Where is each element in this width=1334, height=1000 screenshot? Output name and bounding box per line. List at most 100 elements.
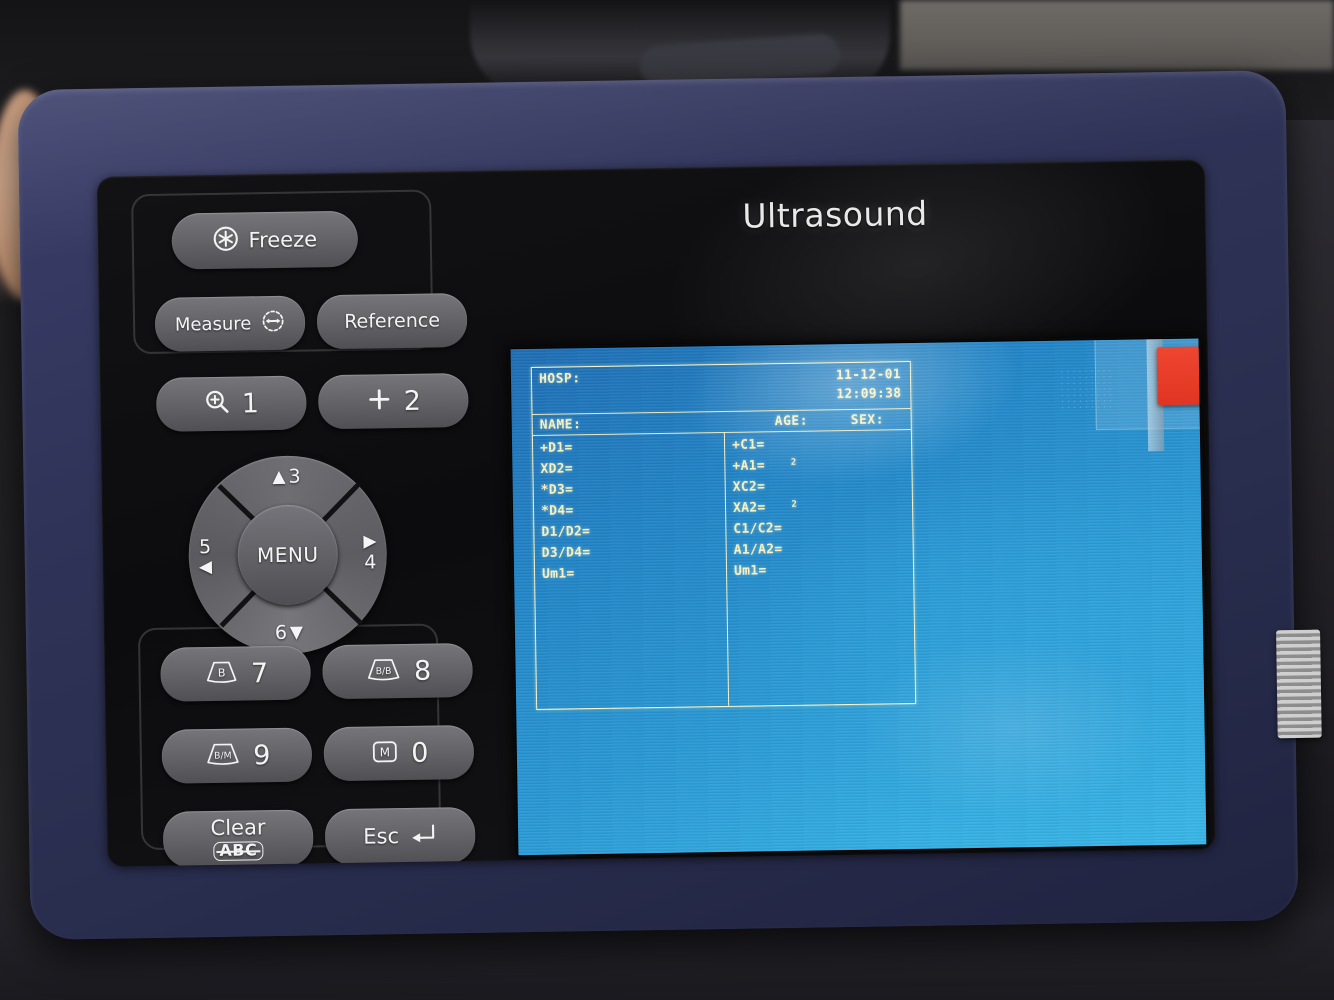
display-bezel: HOSP: 11-12-01 12:09:38 NAME: AGE: SEX: … <box>507 335 1210 859</box>
patient-name-label: NAME: <box>539 417 582 433</box>
time-value: 12:09:38 <box>836 386 902 403</box>
navigation-dpad[interactable]: ▲ 3 ▶ 4 5 ◀ 6 ▼ MENU <box>187 454 389 656</box>
measurement-row[interactable]: XD2= <box>540 460 724 484</box>
measurement-row[interactable]: Um1= <box>542 565 726 589</box>
brand-label: Ultrasound <box>742 193 928 236</box>
measurement-row[interactable]: +D1= <box>540 439 724 463</box>
dpad-down-button[interactable]: 6 ▼ <box>275 622 304 644</box>
m-mode-number: 0 <box>411 737 429 769</box>
measurement-label: D3/D4= <box>541 545 591 561</box>
measurement-label: XC2= <box>732 479 766 495</box>
hospital-label: HOSP: <box>538 371 581 387</box>
measurement-label: *D3= <box>540 482 574 498</box>
bb-mode-number: 8 <box>413 655 432 687</box>
clear-label: Clear <box>210 815 266 841</box>
arrow-left-icon: ◀ <box>198 557 213 578</box>
measurement-label: *D4= <box>540 503 574 519</box>
measurement-row[interactable]: +A1= 2 <box>732 457 911 481</box>
measurement-column-right: +C1= +A1= 2 XC2= XA2= 2 C1/C2= A1/A2= Um1= <box>725 430 915 706</box>
esc-button[interactable]: Esc <box>324 806 476 866</box>
measurement-table: +D1= XD2= *D3= *D4= D1/D2= D3/D4= Um1= +C1= +A1… <box>532 429 916 709</box>
measurement-label: Um1= <box>733 563 767 579</box>
arrow-down-icon: ▼ <box>289 622 304 643</box>
datetime-block: 11-12-01 12:09:38 <box>836 366 902 405</box>
report-frame: HOSP: 11-12-01 12:09:38 NAME: AGE: SEX: … <box>530 361 917 710</box>
clear-abc-label: ABC <box>213 840 264 861</box>
caliper-icon <box>261 308 285 337</box>
bm-mode-button[interactable]: B/M 9 <box>161 727 313 784</box>
measurement-label: +C1= <box>731 437 765 453</box>
zoom-button[interactable]: 1 <box>155 375 307 432</box>
device-faceplate: Ultrasound Freeze Measure Reference 1 2 … <box>96 159 1216 867</box>
measurement-row[interactable]: D1/D2= <box>541 523 725 547</box>
dpad-right-button[interactable]: ▶ 4 <box>363 531 377 574</box>
dpad-down-number: 6 <box>274 621 288 645</box>
measurement-label: XA2= <box>732 500 766 516</box>
svg-text:M: M <box>380 745 391 759</box>
caliper-add-number: 2 <box>403 385 422 417</box>
measurement-row[interactable]: A1/A2= <box>734 541 913 565</box>
measurement-label: C1/C2= <box>733 521 783 537</box>
measurement-label: Um1= <box>541 566 575 582</box>
arrow-up-icon: ▲ <box>272 466 286 487</box>
measurement-row[interactable]: C1/C2= <box>733 520 912 544</box>
b-mode-icon: B <box>203 658 241 690</box>
measurement-label: A1/A2= <box>733 542 783 558</box>
patient-age-label: AGE: <box>774 413 809 430</box>
dpad-up-button[interactable]: ▲ 3 <box>272 466 301 488</box>
freeze-button[interactable]: Freeze <box>171 210 359 270</box>
dpad-left-button[interactable]: 5 ◀ <box>198 536 213 578</box>
measurement-row[interactable]: D3/D4= <box>542 544 726 568</box>
ultrasound-display[interactable]: HOSP: 11-12-01 12:09:38 NAME: AGE: SEX: … <box>510 338 1207 856</box>
measurement-row[interactable]: XA2= 2 <box>733 499 912 523</box>
menu-label: MENU <box>256 542 319 568</box>
photo-scene: Ultrasound Freeze Measure Reference 1 2 … <box>0 0 1334 1000</box>
bb-mode-button[interactable]: B/B 8 <box>322 642 473 700</box>
svg-text:B/M: B/M <box>214 750 232 761</box>
bm-mode-icon: B/M <box>203 740 243 772</box>
measurement-row[interactable]: *D4= <box>541 502 725 526</box>
plus-icon <box>365 385 394 418</box>
zoom-button-number: 1 <box>241 387 260 420</box>
measurement-label: +D1= <box>539 440 573 456</box>
measurement-row[interactable]: +C1= <box>732 436 911 460</box>
bm-mode-number: 9 <box>253 739 271 771</box>
measurement-row[interactable]: XC2= <box>733 478 912 502</box>
dpad-up-number: 3 <box>288 465 301 488</box>
display-dust-speckle <box>1058 367 1116 411</box>
screen-protector-pull-tab[interactable] <box>1156 345 1207 406</box>
esc-label: Esc <box>363 824 400 849</box>
patient-sex-label: SEX: <box>850 412 885 428</box>
measurement-row[interactable]: Um1= <box>734 562 913 586</box>
measurement-row[interactable]: *D3= <box>541 481 725 505</box>
svg-text:B/B: B/B <box>376 665 392 676</box>
measurement-value: 2 <box>790 457 797 468</box>
return-arrow-icon <box>409 822 437 849</box>
measurement-label: D1/D2= <box>541 524 591 540</box>
measurement-label: XD2= <box>540 461 574 477</box>
freeze-label: Freeze <box>248 227 318 253</box>
bb-mode-icon: B/B <box>364 656 404 688</box>
measurement-report-overlay: HOSP: 11-12-01 12:09:38 NAME: AGE: SEX: … <box>530 361 917 710</box>
caliper-add-button[interactable]: 2 <box>317 372 469 430</box>
reference-button[interactable]: Reference <box>316 292 468 350</box>
dpad-left-number: 5 <box>198 536 212 559</box>
m-mode-button[interactable]: M 0 <box>323 724 475 782</box>
clear-button[interactable]: Clear ABC <box>162 809 314 867</box>
reference-label: Reference <box>344 309 441 333</box>
ultrasound-device: Ultrasound Freeze Measure Reference 1 2 … <box>17 70 1322 940</box>
dpad-right-number: 4 <box>364 551 377 574</box>
measure-button[interactable]: Measure <box>154 295 306 352</box>
snowflake-icon <box>212 225 238 256</box>
arrow-right-icon: ▶ <box>363 531 377 552</box>
b-mode-number: 7 <box>250 657 269 689</box>
b-mode-button[interactable]: B 7 <box>160 645 312 702</box>
probe-connector[interactable] <box>1276 629 1322 739</box>
measure-label: Measure <box>174 312 252 336</box>
hospital-row[interactable]: HOSP: 11-12-01 12:09:38 <box>532 362 911 414</box>
svg-text:B: B <box>218 666 226 679</box>
measurement-value: 2 <box>791 499 798 510</box>
magnifier-plus-icon <box>204 387 233 420</box>
m-mode-icon: M <box>369 737 402 770</box>
date-value: 11-12-01 <box>835 367 902 384</box>
